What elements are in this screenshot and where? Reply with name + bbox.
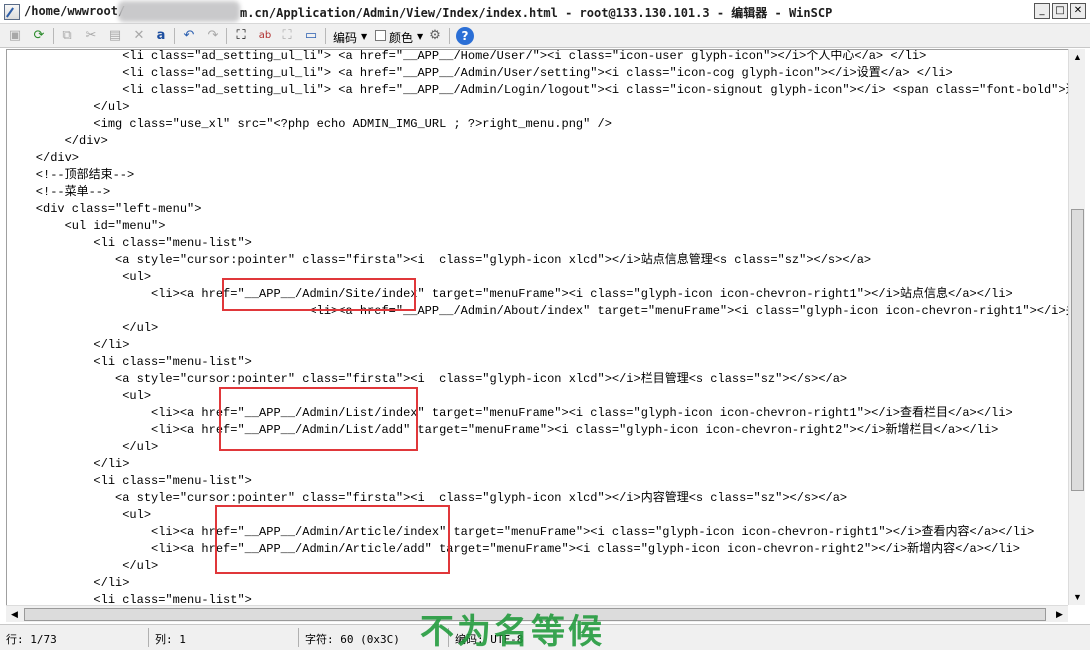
toolbar: ▣ ⟳ ⧉ ✂ ▤ ✕ a ↶ ↷ ⛶ ab ⛶ ▭ 编码 ▼ 颜色 ▼ ⚙ ?: [0, 24, 1090, 48]
code-line[interactable]: <img class="use_xl" src="<?php echo ADMI…: [7, 116, 1068, 133]
select-all-icon[interactable]: a: [152, 27, 170, 45]
code-line[interactable]: </li>: [7, 575, 1068, 592]
code-line[interactable]: <li><a href="__APP__/Admin/About/index" …: [7, 303, 1068, 320]
code-line[interactable]: <li class="menu-list">: [7, 235, 1068, 252]
code-line[interactable]: <li><a href="__APP__/Admin/Article/index…: [7, 524, 1068, 541]
scroll-up-icon[interactable]: ▲: [1069, 49, 1086, 65]
reload-icon[interactable]: ⟳: [30, 27, 48, 45]
copy-icon[interactable]: ⧉: [58, 27, 76, 45]
color-menu[interactable]: 颜色: [389, 29, 413, 46]
toolbar-separator: [325, 28, 326, 44]
code-editor[interactable]: <li class="ad_setting_ul_li"> <a href="_…: [6, 49, 1068, 605]
vertical-scrollbar[interactable]: ▲ ▼: [1068, 49, 1085, 605]
maximize-button[interactable]: □: [1052, 3, 1068, 19]
code-line[interactable]: <!--菜单-->: [7, 184, 1068, 201]
code-line[interactable]: </ul>: [7, 99, 1068, 116]
code-line[interactable]: <li><a href="__APP__/Admin/List/add" tar…: [7, 422, 1068, 439]
code-line[interactable]: <a style="cursor:pointer" class="firsta"…: [7, 371, 1068, 388]
editor-app-icon[interactable]: [4, 4, 20, 20]
code-content[interactable]: <li class="ad_setting_ul_li"> <a href="_…: [7, 50, 1068, 605]
replace-icon[interactable]: ab: [256, 27, 274, 45]
window-title-rest: m.cn/Application/Admin/View/Index/index.…: [240, 6, 833, 20]
help-icon[interactable]: ?: [456, 27, 474, 45]
toolbar-separator: [226, 28, 227, 44]
toolbar-separator: [53, 28, 54, 44]
code-line[interactable]: </li>: [7, 456, 1068, 473]
code-line[interactable]: <ul>: [7, 269, 1068, 286]
title-bar: /home/wwwroot/ m.cn/Application/Admin/Vi…: [0, 0, 1090, 24]
find-next-icon[interactable]: ⛶: [278, 27, 296, 45]
chevron-down-icon[interactable]: ▼: [361, 32, 367, 41]
redo-icon[interactable]: ↷: [204, 27, 222, 45]
code-line[interactable]: </div>: [7, 133, 1068, 150]
code-line[interactable]: <div class="left-menu">: [7, 201, 1068, 218]
status-separator: [148, 628, 149, 647]
cut-icon[interactable]: ✂: [82, 27, 100, 45]
code-line[interactable]: <li class="ad_setting_ul_li"> <a href="_…: [7, 50, 1068, 65]
code-line[interactable]: </ul>: [7, 320, 1068, 337]
highlight-site-index: [222, 278, 416, 311]
code-line[interactable]: <li><a href="__APP__/Admin/Article/add" …: [7, 541, 1068, 558]
status-character: 字符: 60 (0x3C): [305, 633, 400, 646]
code-line[interactable]: </li>: [7, 337, 1068, 354]
code-line[interactable]: <li class="ad_setting_ul_li"> <a href="_…: [7, 82, 1068, 99]
watermark: 不为名等候: [420, 612, 605, 652]
code-line[interactable]: <li class="menu-list">: [7, 473, 1068, 490]
save-icon[interactable]: ▣: [6, 27, 24, 45]
goto-line-icon[interactable]: ▭: [302, 27, 320, 45]
code-line[interactable]: <!--顶部结束-->: [7, 167, 1068, 184]
scroll-left-icon[interactable]: ◀: [6, 606, 23, 622]
status-column: 列: 1: [155, 633, 186, 646]
undo-icon[interactable]: ↶: [180, 27, 198, 45]
code-line[interactable]: </div>: [7, 150, 1068, 167]
chevron-down-icon[interactable]: ▼: [417, 32, 423, 41]
delete-icon[interactable]: ✕: [130, 27, 148, 45]
encoding-menu[interactable]: 编码: [333, 29, 357, 46]
code-line[interactable]: </ul>: [7, 439, 1068, 456]
close-button[interactable]: ✕: [1070, 3, 1086, 19]
code-line[interactable]: <ul>: [7, 388, 1068, 405]
code-line[interactable]: <li class="menu-list">: [7, 354, 1068, 371]
status-separator: [298, 628, 299, 647]
scroll-right-icon[interactable]: ▶: [1051, 606, 1068, 622]
minimize-button[interactable]: _: [1034, 3, 1050, 19]
highlight-list-links: [219, 387, 418, 451]
highlight-article-links: [215, 505, 450, 574]
vertical-scroll-thumb[interactable]: [1071, 209, 1084, 491]
code-line[interactable]: <a style="cursor:pointer" class="firsta"…: [7, 252, 1068, 269]
redacted-domain-blur: [118, 1, 240, 22]
gear-icon[interactable]: ⚙: [426, 27, 444, 45]
color-checkbox[interactable]: [375, 30, 386, 41]
toolbar-separator: [174, 28, 175, 44]
find-icon[interactable]: ⛶: [232, 27, 250, 45]
window-title-path: /home/wwwroot/: [24, 4, 126, 18]
code-line[interactable]: <li><a href="__APP__/Admin/Site/index" t…: [7, 286, 1068, 303]
window-controls: _ □ ✕: [1034, 3, 1086, 19]
code-line[interactable]: <li class="ad_setting_ul_li"> <a href="_…: [7, 65, 1068, 82]
code-line[interactable]: <a style="cursor:pointer" class="firsta"…: [7, 490, 1068, 507]
paste-icon[interactable]: ▤: [106, 27, 124, 45]
scroll-down-icon[interactable]: ▼: [1069, 589, 1086, 605]
code-line[interactable]: <li><a href="__APP__/Admin/List/index" t…: [7, 405, 1068, 422]
code-line[interactable]: </ul>: [7, 558, 1068, 575]
code-line[interactable]: <ul>: [7, 507, 1068, 524]
code-line[interactable]: <ul id="menu">: [7, 218, 1068, 235]
status-line: 行: 1/73: [6, 633, 57, 646]
toolbar-separator: [449, 28, 450, 44]
